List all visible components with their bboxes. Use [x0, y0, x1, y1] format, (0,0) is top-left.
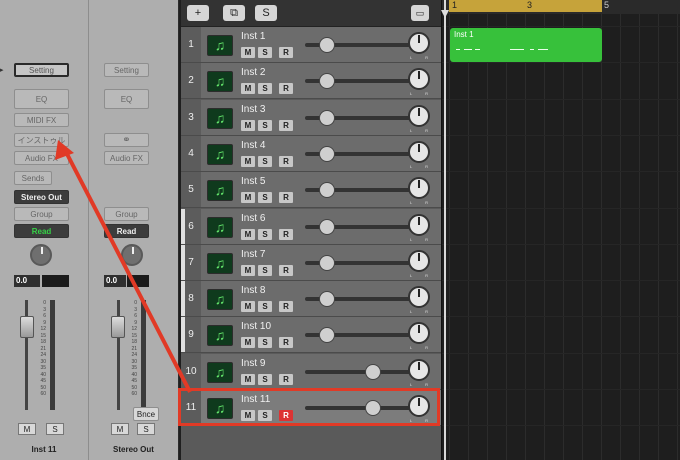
- callout-arrow: [55, 140, 192, 393]
